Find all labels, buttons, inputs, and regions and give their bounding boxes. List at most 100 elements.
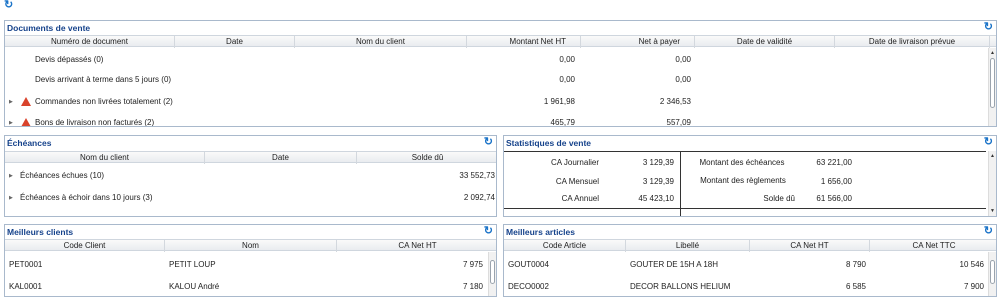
- stat-label: CA Mensuel: [555, 177, 599, 186]
- scroll-up-icon[interactable]: ▲: [990, 153, 995, 159]
- scroll-down-icon[interactable]: ▼: [990, 208, 995, 214]
- row-code: DECO0002: [508, 282, 549, 291]
- echeances-title: Échéances: [7, 138, 52, 148]
- col-montant[interactable]: Montant Net HT: [467, 36, 581, 48]
- echeances-header: Nom du client Date Solde dû: [5, 151, 496, 164]
- stats-scrollbar[interactable]: ▲ ▼: [988, 151, 996, 216]
- table-row[interactable]: ▶ Échéances à échoir dans 10 jours (3) 2…: [5, 188, 496, 208]
- col-date[interactable]: Date: [175, 36, 295, 48]
- articles-refresh-icon[interactable]: ↻: [984, 226, 993, 237]
- row-label: Commandes non livrées totalement (2): [35, 97, 173, 106]
- expand-arrow-icon[interactable]: ▶: [9, 166, 13, 186]
- table-row[interactable]: DECO0002 DECOR BALLONS HELIUM 6 585 7 90…: [504, 277, 996, 296]
- echeances-refresh-icon[interactable]: ↻: [484, 137, 493, 148]
- col-libelle[interactable]: Libellé: [626, 240, 750, 252]
- stat-label: Montant des règlements: [700, 176, 786, 185]
- row-label: Échéances à échoir dans 10 jours (3): [20, 193, 153, 202]
- documents-title: Documents de vente: [7, 23, 91, 33]
- stat-label: Montant des échéances: [699, 158, 785, 167]
- col-ca[interactable]: CA Net HT: [337, 240, 496, 252]
- table-row[interactable]: KAL0001 KALOU André 7 180: [5, 277, 496, 296]
- row-code: PET0001: [9, 260, 43, 269]
- row-label: Bons de livraison non facturés (2): [35, 118, 155, 127]
- table-row[interactable]: Devis dépassés (0) 0,00 0,00: [5, 50, 996, 70]
- documents-scrollbar[interactable]: ▲: [988, 48, 996, 126]
- articles-panel: Meilleurs articles ↻ Code Article Libell…: [503, 224, 997, 297]
- row-nom: KALOU André: [169, 282, 220, 291]
- row-net: 2 346,53: [659, 97, 691, 106]
- row-montant: 465,79: [550, 118, 575, 127]
- table-row[interactable]: PET0001 PETIT LOUP 7 975: [5, 255, 496, 275]
- col-code[interactable]: Code Client: [5, 240, 165, 252]
- row-ttc: 10 546: [959, 260, 984, 269]
- scroll-up-icon[interactable]: ▲: [990, 50, 995, 56]
- row-net: 557,09: [666, 118, 691, 127]
- scroll-thumb[interactable]: [490, 260, 495, 284]
- articles-header: Code Article Libellé CA Net HT CA Net TT…: [504, 239, 996, 252]
- row-net: 0,00: [675, 55, 691, 64]
- col-code[interactable]: Code Article: [504, 240, 626, 252]
- col-numero[interactable]: Numéro de document: [5, 36, 175, 48]
- row-ht: 6 585: [845, 282, 866, 291]
- warning-icon: [21, 97, 31, 106]
- row-libelle: GOUTER DE 15H A 18H: [630, 260, 719, 269]
- row-nom: PETIT LOUP: [169, 260, 216, 269]
- row-label: Devis dépassés (0): [35, 55, 104, 64]
- row-montant: 1 961,98: [543, 97, 575, 106]
- table-row[interactable]: ▶ Bons de livraison non facturés (2) 465…: [5, 113, 996, 127]
- row-net: 0,00: [675, 75, 691, 84]
- table-row[interactable]: ▶ Échéances échues (10) 33 552,73: [5, 166, 496, 186]
- col-validite[interactable]: Date de validité: [695, 36, 835, 48]
- articles-title: Meilleurs articles: [506, 227, 575, 237]
- stats-panel: Statistiques de vente ↻ CA Journalier 3 …: [503, 135, 997, 217]
- stats-top-rule: [504, 151, 986, 152]
- scroll-thumb[interactable]: [990, 58, 995, 108]
- scroll-thumb[interactable]: [990, 260, 995, 284]
- stat-value: 63 221,00: [816, 158, 852, 167]
- clients-scrollbar[interactable]: [488, 252, 496, 296]
- table-row[interactable]: Devis arrivant à terme dans 5 jours (0) …: [5, 70, 996, 90]
- col-ttc[interactable]: CA Net TTC: [870, 240, 996, 252]
- stats-refresh-icon[interactable]: ↻: [984, 137, 993, 148]
- documents-panel: Documents de vente ↻ Numéro de document …: [4, 20, 997, 127]
- col-ht[interactable]: CA Net HT: [750, 240, 870, 252]
- table-row[interactable]: ▶ Commandes non livrées totalement (2) 1…: [5, 92, 996, 112]
- expand-arrow-icon[interactable]: ▶: [9, 92, 13, 112]
- stat-label: Solde dû: [763, 194, 795, 203]
- row-ttc: 7 900: [963, 282, 984, 291]
- stats-title: Statistiques de vente: [506, 138, 592, 148]
- row-code: GOUT0004: [508, 260, 549, 269]
- row-code: KAL0001: [9, 282, 42, 291]
- col-nom[interactable]: Nom: [165, 240, 337, 252]
- stat-value: 1 656,00: [820, 177, 852, 186]
- documents-header: Numéro de document Date Nom du client Mo…: [5, 35, 996, 48]
- stat-value: 3 129,39: [642, 177, 674, 186]
- row-label: Devis arrivant à terme dans 5 jours (0): [35, 75, 172, 84]
- row-ht: 8 790: [845, 260, 866, 269]
- col-client[interactable]: Nom du client: [295, 36, 467, 48]
- stats-bottom-rule: [504, 208, 986, 209]
- row-ca: 7 975: [462, 260, 483, 269]
- echeances-panel: Échéances ↻ Nom du client Date Solde dû …: [4, 135, 497, 217]
- col-net[interactable]: Net à payer: [581, 36, 695, 48]
- col-client[interactable]: Nom du client: [5, 152, 205, 164]
- stat-value: 61 566,00: [816, 194, 852, 203]
- stat-value: 45 423,10: [638, 194, 674, 203]
- clients-title: Meilleurs clients: [7, 227, 74, 237]
- col-date[interactable]: Date: [205, 152, 357, 164]
- row-libelle: DECOR BALLONS HELIUM: [630, 282, 731, 291]
- stat-label: CA Journalier: [550, 158, 599, 167]
- warning-icon: [21, 118, 31, 126]
- col-livraison[interactable]: Date de livraison prévue: [835, 36, 990, 48]
- row-montant: 0,00: [559, 75, 575, 84]
- row-label: Échéances échues (10): [20, 171, 105, 180]
- row-solde: 33 552,73: [459, 171, 495, 180]
- col-solde[interactable]: Solde dû: [357, 152, 496, 164]
- refresh-all-icon[interactable]: ↻: [4, 0, 13, 11]
- clients-refresh-icon[interactable]: ↻: [484, 226, 493, 237]
- articles-scrollbar[interactable]: [988, 252, 996, 296]
- expand-arrow-icon[interactable]: ▶: [9, 113, 13, 126]
- table-row[interactable]: GOUT0004 GOUTER DE 15H A 18H 8 790 10 54…: [504, 255, 996, 275]
- documents-refresh-icon[interactable]: ↻: [984, 22, 993, 33]
- expand-arrow-icon[interactable]: ▶: [9, 188, 13, 208]
